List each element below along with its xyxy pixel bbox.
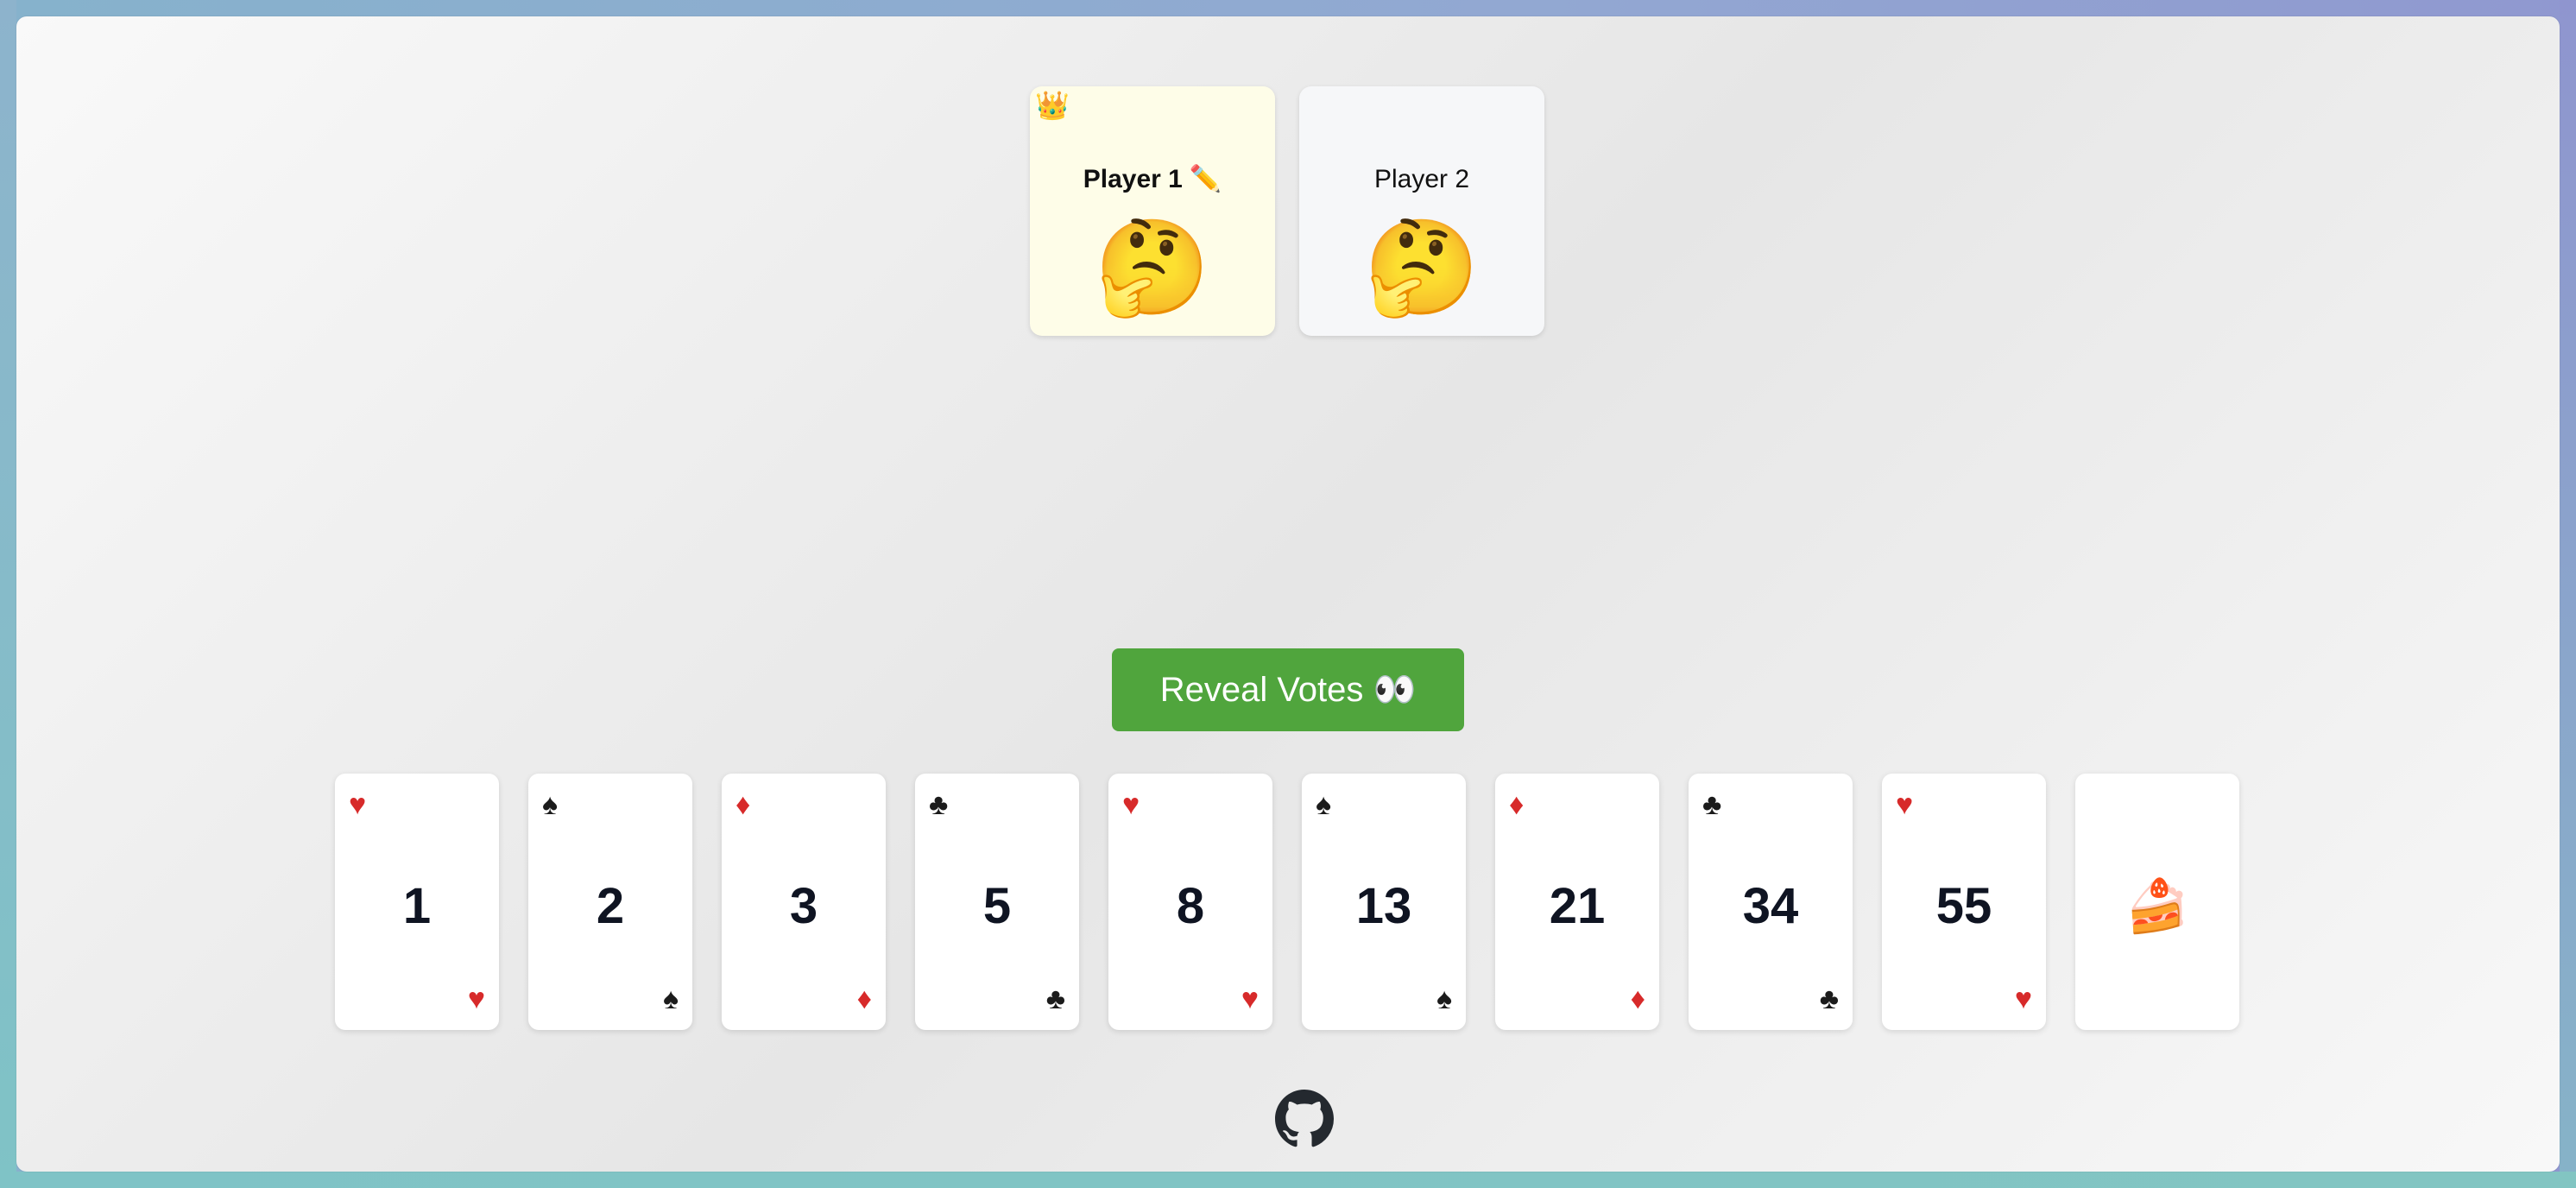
background-edge-right [2560,0,2576,1188]
suit-icon-top-left: ♥ [1896,788,1914,821]
card-value: 13 [1355,878,1412,934]
vote-card[interactable]: ♦ 21 ♦ [1495,774,1659,1030]
vote-card[interactable]: ♣ 5 ♣ [915,774,1079,1030]
vote-card[interactable]: ♥ 1 ♥ [335,774,499,1030]
suit-icon-bottom-right: ♥ [1241,983,1259,1015]
player-card-1: 👑 Player 1 ✏️ 🤔 [1030,86,1275,336]
card-value: 55 [1935,878,1992,934]
suit-icon-top-left: ♣ [929,788,949,821]
background-edge-left [0,0,16,1188]
card-value: 21 [1549,878,1606,934]
vote-card[interactable]: ♦ 3 ♦ [722,774,886,1030]
suit-icon-top-left: ♠ [542,788,559,821]
suit-icon-bottom-right: ♣ [1819,983,1839,1015]
player-name: Player 2 [1373,165,1470,193]
reveal-votes-button[interactable]: Reveal Votes 👀 [1112,648,1464,731]
suit-icon-top-left: ♦ [1509,788,1525,821]
suit-icon-top-left: ♥ [1122,788,1140,821]
thinking-face-icon: 🤔 [1363,215,1481,319]
suit-icon-top-left: ♣ [1702,788,1722,821]
suit-icon-bottom-right: ♥ [2014,983,2032,1015]
vote-card[interactable]: ♣ 34 ♣ [1689,774,1853,1030]
app-window: 👑 Player 1 ✏️ 🤔 Player 2 🤔 Reveal Votes 👀… [16,16,2560,1172]
vote-card[interactable]: ♠ 13 ♠ [1302,774,1466,1030]
edit-name-pencil-icon[interactable]: ✏️ [1190,165,1222,193]
suit-icon-bottom-right: ♦ [856,983,872,1015]
background-edge-bottom [0,1172,2576,1188]
suit-icon-bottom-right: ♠ [662,983,679,1015]
card-value: 3 [789,878,818,934]
player-name: Player 1 [1083,165,1183,193]
suit-icon-bottom-right: ♥ [467,983,485,1015]
suit-icon-top-left: ♠ [1316,788,1332,821]
vote-card[interactable]: ♥ 8 ♥ [1108,774,1272,1030]
suit-icon-top-left: ♦ [736,788,751,821]
suit-icon-top-left: ♥ [349,788,367,821]
suit-icon-bottom-right: ♠ [1436,983,1452,1015]
card-value: 8 [1176,878,1205,934]
player-name-row: Player 1 ✏️ [1030,164,1275,195]
thinking-face-icon: 🤔 [1094,215,1211,319]
card-value: 5 [982,878,1012,934]
github-icon[interactable] [1275,1090,1334,1148]
vote-card[interactable]: ♥ 55 ♥ [1882,774,2046,1030]
cake-icon: 🍰 [2125,877,2190,935]
card-value: 34 [1742,878,1799,934]
vote-card[interactable]: ♠ 2 ♠ [528,774,692,1030]
player-card-2: Player 2 🤔 [1299,86,1544,336]
vote-card[interactable]: 🍰 [2075,774,2239,1030]
card-value: 2 [596,878,625,934]
suit-icon-bottom-right: ♦ [1630,983,1645,1015]
card-value: 1 [402,878,432,934]
suit-icon-bottom-right: ♣ [1045,983,1065,1015]
crown-icon: 👑 [1035,90,1070,121]
